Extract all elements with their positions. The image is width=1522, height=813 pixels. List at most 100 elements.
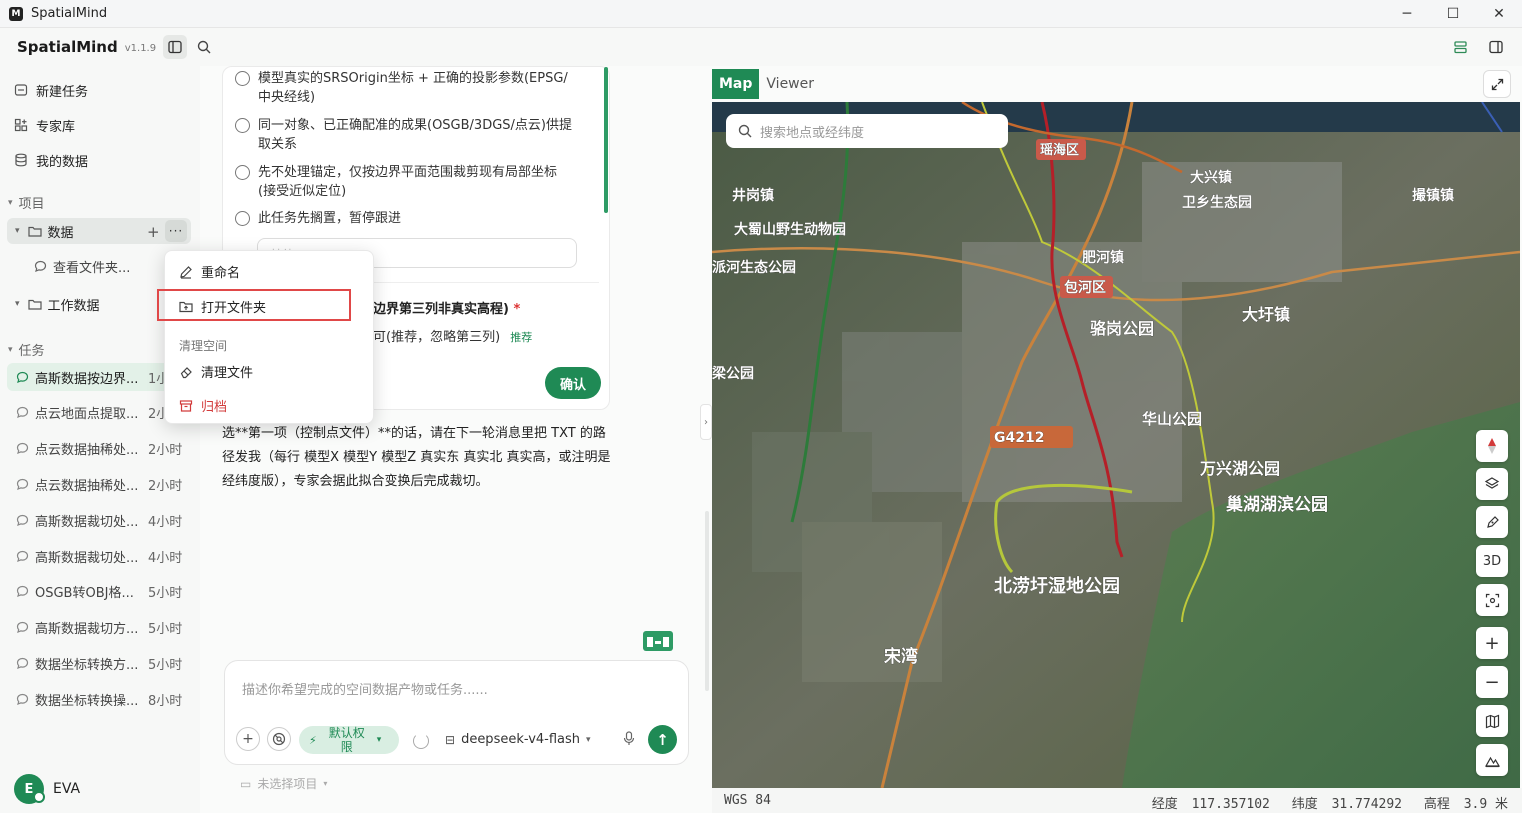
chevron-down-icon: ▾ [323, 779, 328, 788]
model-selector[interactable]: ⊟ deepseek-v4-flash ▾ [445, 732, 591, 747]
map-place-label: 大兴镇 [1190, 169, 1232, 186]
map-place-label: 宋湾 [883, 646, 918, 667]
map-place-label: 梁公园 [712, 365, 754, 382]
project-folder-data[interactable]: ▾ 数据 + ··· [7, 218, 191, 244]
confirm-button[interactable]: 确认 [545, 367, 601, 399]
task-name: 数据坐标转换操... [35, 693, 139, 709]
terrain-button[interactable] [1476, 744, 1508, 776]
option-4-label: 此任务先搁置，暂停跟进 [258, 211, 402, 226]
task-name: 高斯数据裁切处... [35, 514, 139, 530]
card-scrollbar[interactable] [604, 67, 608, 213]
user-profile[interactable]: E EVA [14, 774, 80, 804]
assistant-message: 选**第一项（控制点文件）**的话，请在下一轮消息里把 TXT 的路径发我（每行… [222, 426, 611, 489]
map-search-box[interactable]: 搜索地点或经纬度 [726, 114, 1008, 148]
composer-input[interactable]: 描述你希望完成的空间数据产物或任务...... [242, 679, 488, 698]
folder-more-button[interactable]: ··· [165, 220, 187, 242]
map-search-placeholder: 搜索地点或经纬度 [760, 125, 865, 141]
right-panel-toggle-button[interactable] [1484, 35, 1508, 59]
chevron-down-icon: ▾ [15, 226, 20, 236]
basemap-button[interactable] [1476, 705, 1508, 737]
chat-scrollbar[interactable] [705, 511, 709, 691]
top-toolbar: SpatialMind v1.1.9 [0, 28, 1522, 66]
permission-selector[interactable]: ⚡ 默认权限 ▾ [299, 726, 399, 754]
chat-bubble-icon [16, 514, 29, 527]
task-item[interactable]: 点云数据抽稀处... 2小时 [7, 435, 197, 463]
map-place-label: G4212 [994, 430, 1044, 446]
draw-button[interactable] [1476, 506, 1508, 538]
projects-section-header[interactable]: ▾ 项目 [8, 193, 45, 212]
tasks-section-header[interactable]: ▾ 任务 [8, 340, 45, 359]
required-marker: * [513, 302, 521, 317]
chat-bubble-icon [16, 550, 29, 563]
layers-panel-button[interactable] [1448, 35, 1472, 59]
compass-icon [1488, 438, 1496, 454]
zoom-in-button[interactable]: + [1476, 627, 1508, 659]
menu-item-rename[interactable]: 重命名 [179, 262, 240, 281]
option-3-label: 先不处理锚定，仅按边界平面范围裁剪现有局部坐标(接受近似定位) [258, 165, 558, 199]
option-4[interactable]: 此任务先搁置，暂停跟进 [235, 209, 575, 228]
map-canvas[interactable]: 瑶海区 大兴镇 井岗镇 卫乡生态园 撮镇镇 大蜀山野生动物园 肥河镇 派河生态公园 包河区 骆岗公… [712, 102, 1520, 788]
task-item[interactable]: 点云数据抽稀处... 2小时 [7, 470, 197, 498]
task-time: 5小时 [148, 657, 183, 673]
tab-map[interactable]: Map [712, 69, 760, 99]
radio-button[interactable] [235, 165, 250, 180]
task-name: OSGB转OBJ格... [35, 586, 134, 602]
search-icon [738, 124, 752, 138]
3d-toggle-button[interactable]: 3D [1476, 545, 1508, 577]
altitude-value: 3.9 米 [1463, 797, 1508, 812]
subfile-view-folder[interactable]: 查看文件夹... [34, 257, 130, 276]
project-folder-label: 数据 [47, 225, 74, 241]
locate-button[interactable] [1476, 584, 1508, 616]
minimize-button[interactable]: ─ [1384, 0, 1430, 28]
task-time: 2小时 [148, 443, 183, 459]
highlight-annotation-box [157, 289, 351, 321]
radio-button[interactable] [235, 118, 250, 133]
tools-button[interactable] [267, 727, 291, 751]
compass-button[interactable] [1476, 430, 1508, 462]
menu-item-clean-files[interactable]: 清理文件 [179, 362, 253, 381]
option-3[interactable]: 先不处理锚定，仅按边界平面范围裁剪现有局部坐标(接受近似定位) [235, 163, 575, 201]
close-window-button[interactable]: ✕ [1476, 0, 1522, 28]
pen-tool-icon [1486, 515, 1499, 528]
folder-add-button[interactable]: + [147, 223, 160, 241]
menu-item-archive[interactable]: 归档 [179, 396, 227, 415]
nav-expert-library[interactable]: 专家库 [14, 113, 75, 137]
question-2-option[interactable]: 可(推荐，忽略第三列) 推荐 [373, 326, 532, 345]
option-1[interactable]: 模型真实的SRSOrigin坐标 + 正确的投影参数(EPSG/中央经线) [235, 69, 575, 107]
map-place-label: 万兴湖公园 [1199, 459, 1280, 478]
microphone-button[interactable] [623, 731, 635, 750]
task-item[interactable]: OSGB转OBJ格... 5小时 [7, 578, 197, 606]
satellite-map[interactable]: 瑶海区大兴镇井岗镇 卫乡生态园 撮镇镇大蜀山野生动物园肥河镇派河生态公园包河区骆岗公… [712, 102, 1520, 788]
task-item[interactable]: 数据坐标转换方... 5小时 [7, 649, 197, 677]
option-2[interactable]: 同一对象、已正确配准的成果(OSGB/3DGS/点云)供提取关系 [235, 116, 575, 154]
zoom-out-button[interactable]: − [1476, 666, 1508, 698]
nav-my-data[interactable]: 我的数据 [14, 148, 88, 172]
task-item[interactable]: 高斯数据裁切处... 4小时 [7, 506, 197, 534]
task-time: 5小时 [148, 586, 183, 602]
attach-button[interactable]: + [236, 727, 260, 751]
global-search-button[interactable] [192, 35, 216, 59]
maximize-button[interactable]: ☐ [1430, 0, 1476, 28]
map-status-bar: WGS 84 经度 117.357102 纬度 31.774292 高程 3.9… [712, 788, 1522, 813]
send-button[interactable]: ↑ [648, 725, 677, 754]
sidebar-toggle-button[interactable] [163, 35, 187, 59]
layers-button[interactable] [1476, 468, 1508, 500]
task-name: 点云数据抽稀处... [35, 478, 139, 494]
menu-archive-label: 归档 [201, 400, 228, 415]
map-place-label: 华山公园 [1142, 410, 1202, 428]
task-item[interactable]: 高斯数据裁切方... 5小时 [7, 614, 197, 642]
task-item[interactable]: 高斯数据裁切处... 4小时 [7, 542, 197, 570]
model-label: deepseek-v4-flash [461, 732, 581, 747]
tasks-header-label: 任务 [18, 344, 45, 359]
task-name: 点云数据抽稀处... [35, 443, 139, 459]
project-selector[interactable]: ▭ 未选择项目 ▾ [240, 775, 327, 792]
radio-button[interactable] [235, 211, 250, 226]
task-item[interactable]: 数据坐标转换操... 8小时 [7, 685, 197, 713]
nav-new-task-label: 新建任务 [36, 84, 89, 100]
aperture-icon [272, 732, 286, 746]
fullscreen-button[interactable] [1483, 70, 1511, 98]
nav-new-task[interactable]: 新建任务 [14, 78, 88, 102]
panel-collapse-handle[interactable]: › [700, 404, 712, 440]
tab-viewer[interactable]: Viewer [759, 69, 821, 99]
radio-button[interactable] [235, 71, 250, 86]
